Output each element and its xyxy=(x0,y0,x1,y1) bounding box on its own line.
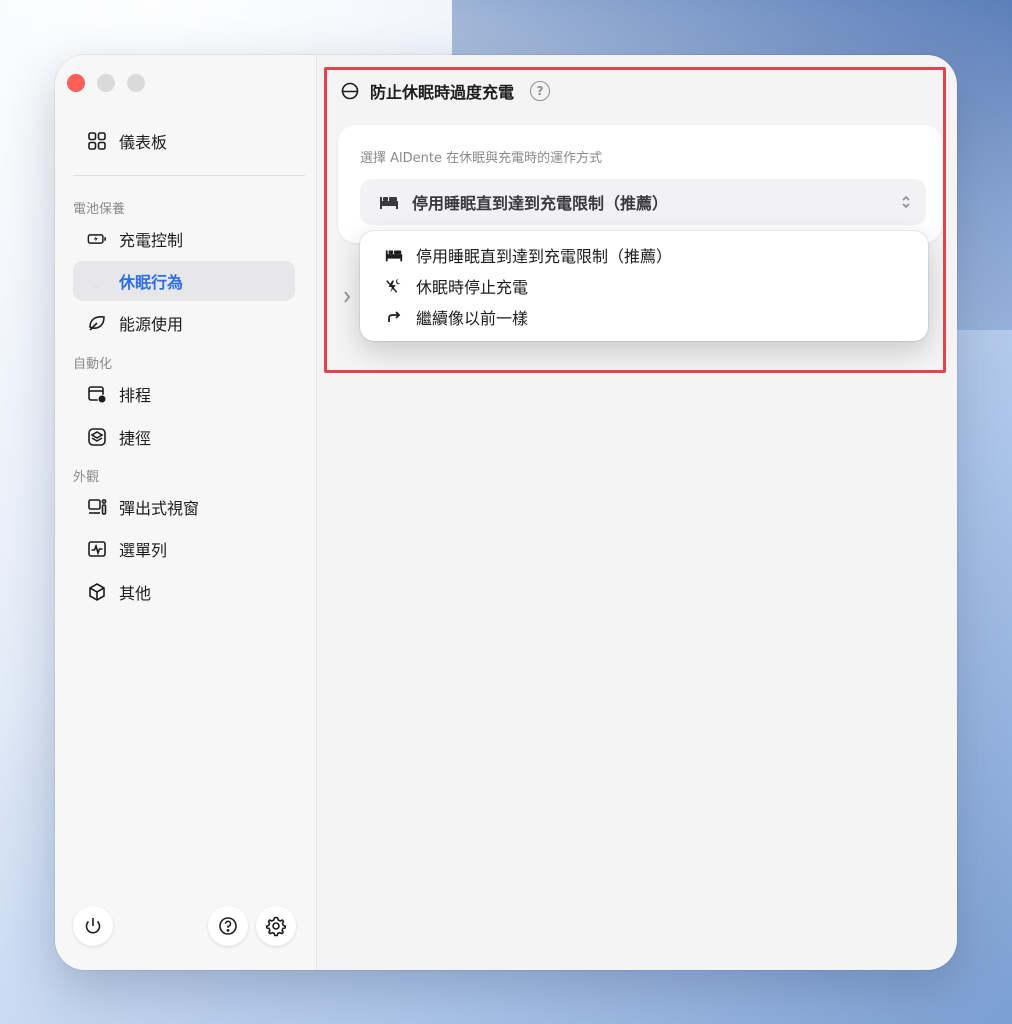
section-header: 防止休眠時過度充電 ? xyxy=(340,79,551,103)
section-label-appearance: 外觀 xyxy=(73,470,100,485)
section-label-battery: 電池保養 xyxy=(73,202,126,217)
sidebar-item-label: 休眠行為 xyxy=(119,273,184,292)
zoom-button[interactable] xyxy=(127,74,145,92)
close-button[interactable] xyxy=(67,74,85,92)
redo-arrow-icon xyxy=(388,311,401,322)
no-charge-sleep-icon xyxy=(386,278,401,293)
grid-icon xyxy=(88,132,106,150)
half-circle-icon xyxy=(341,82,359,100)
battery-charge-icon xyxy=(87,234,106,244)
sidebar-item-shortcuts[interactable]: 捷徑 xyxy=(73,417,295,457)
leaf-icon xyxy=(89,316,105,331)
sidebar-item-label: 彈出式視窗 xyxy=(119,499,200,518)
menu-item-label: 停用睡眠直到達到充電限制（推薦） xyxy=(416,247,673,266)
menu-item-disable-sleep[interactable]: 停用睡眠直到達到充電限制（推薦） xyxy=(384,241,672,269)
shortcuts-icon xyxy=(88,428,106,446)
up-down-chevron-icon xyxy=(902,195,910,209)
power-button[interactable] xyxy=(73,906,113,946)
help-icon[interactable]: ? xyxy=(530,81,551,101)
popup-window-icon xyxy=(88,499,107,515)
sidebar-item-label: 能源使用 xyxy=(119,315,184,334)
card-description: 選擇 AlDente 在休眠與充電時的運作方式 xyxy=(360,151,603,166)
main-content: 防止休眠時過度充電 ? 選擇 AlDente 在休眠與充電時的運作方式 停用睡眠… xyxy=(318,55,957,970)
sidebar-item-menubar[interactable]: 選單列 xyxy=(73,529,295,569)
question-icon xyxy=(219,917,237,935)
sidebar-item-popup-window[interactable]: 彈出式視窗 xyxy=(73,487,295,527)
bed-icon xyxy=(380,197,398,209)
chevron-right-icon[interactable] xyxy=(342,289,352,305)
gear-icon xyxy=(265,916,287,937)
sidebar-item-other[interactable]: 其他 xyxy=(73,572,295,612)
sidebar: 儀表板 電池保養 充電控制 休眠行為 能源使用 自動化 排程 捷徑 外觀 彈出式… xyxy=(55,55,317,970)
sidebar-divider xyxy=(73,175,305,176)
menubar-chart-icon xyxy=(88,541,106,557)
sidebar-item-schedule[interactable]: 排程 xyxy=(73,374,295,414)
minimize-button[interactable] xyxy=(97,74,115,92)
cube-icon xyxy=(89,583,105,601)
menu-item-stop-charging[interactable]: 休眠時停止充電 xyxy=(384,272,528,300)
dropdown-menu: 停用睡眠直到達到充電限制（推薦） 休眠時停止充電 繼續像以前一樣 xyxy=(360,231,928,341)
bed-icon xyxy=(385,250,403,262)
moon-icon xyxy=(91,274,101,288)
select-value: 停用睡眠直到達到充電限制（推薦） xyxy=(412,194,669,213)
window-controls xyxy=(67,74,145,92)
help-button[interactable] xyxy=(208,906,248,946)
menu-item-label: 休眠時停止充電 xyxy=(416,278,529,297)
sidebar-item-label: 其他 xyxy=(119,584,152,603)
sleep-mode-select[interactable]: 停用睡眠直到達到充電限制（推薦） xyxy=(360,179,926,225)
power-icon xyxy=(85,918,101,934)
sidebar-item-dashboard[interactable]: 儀表板 xyxy=(73,121,295,161)
menu-item-label: 繼續像以前一樣 xyxy=(416,309,529,328)
sidebar-item-energy-use[interactable]: 能源使用 xyxy=(73,303,295,343)
sleep-mode-card: 選擇 AlDente 在休眠與充電時的運作方式 停用睡眠直到達到充電限制（推薦） xyxy=(338,125,942,243)
sidebar-item-label: 捷徑 xyxy=(119,429,152,448)
page-title: 防止休眠時過度充電 xyxy=(370,83,515,102)
sidebar-item-label: 充電控制 xyxy=(119,231,184,250)
sidebar-item-label: 選單列 xyxy=(119,541,168,560)
sidebar-item-sleep-behavior[interactable]: 休眠行為 xyxy=(73,261,295,301)
app-window: 儀表板 電池保養 充電控制 休眠行為 能源使用 自動化 排程 捷徑 外觀 彈出式… xyxy=(55,55,957,970)
sidebar-item-label: 排程 xyxy=(119,386,152,405)
settings-button[interactable] xyxy=(256,906,296,946)
sidebar-item-label: 儀表板 xyxy=(119,133,168,152)
calendar-clock-icon xyxy=(88,386,107,404)
menu-item-continue[interactable]: 繼續像以前一樣 xyxy=(384,303,528,331)
section-label-automation: 自動化 xyxy=(73,357,113,372)
sidebar-item-charge-control[interactable]: 充電控制 xyxy=(73,219,295,259)
